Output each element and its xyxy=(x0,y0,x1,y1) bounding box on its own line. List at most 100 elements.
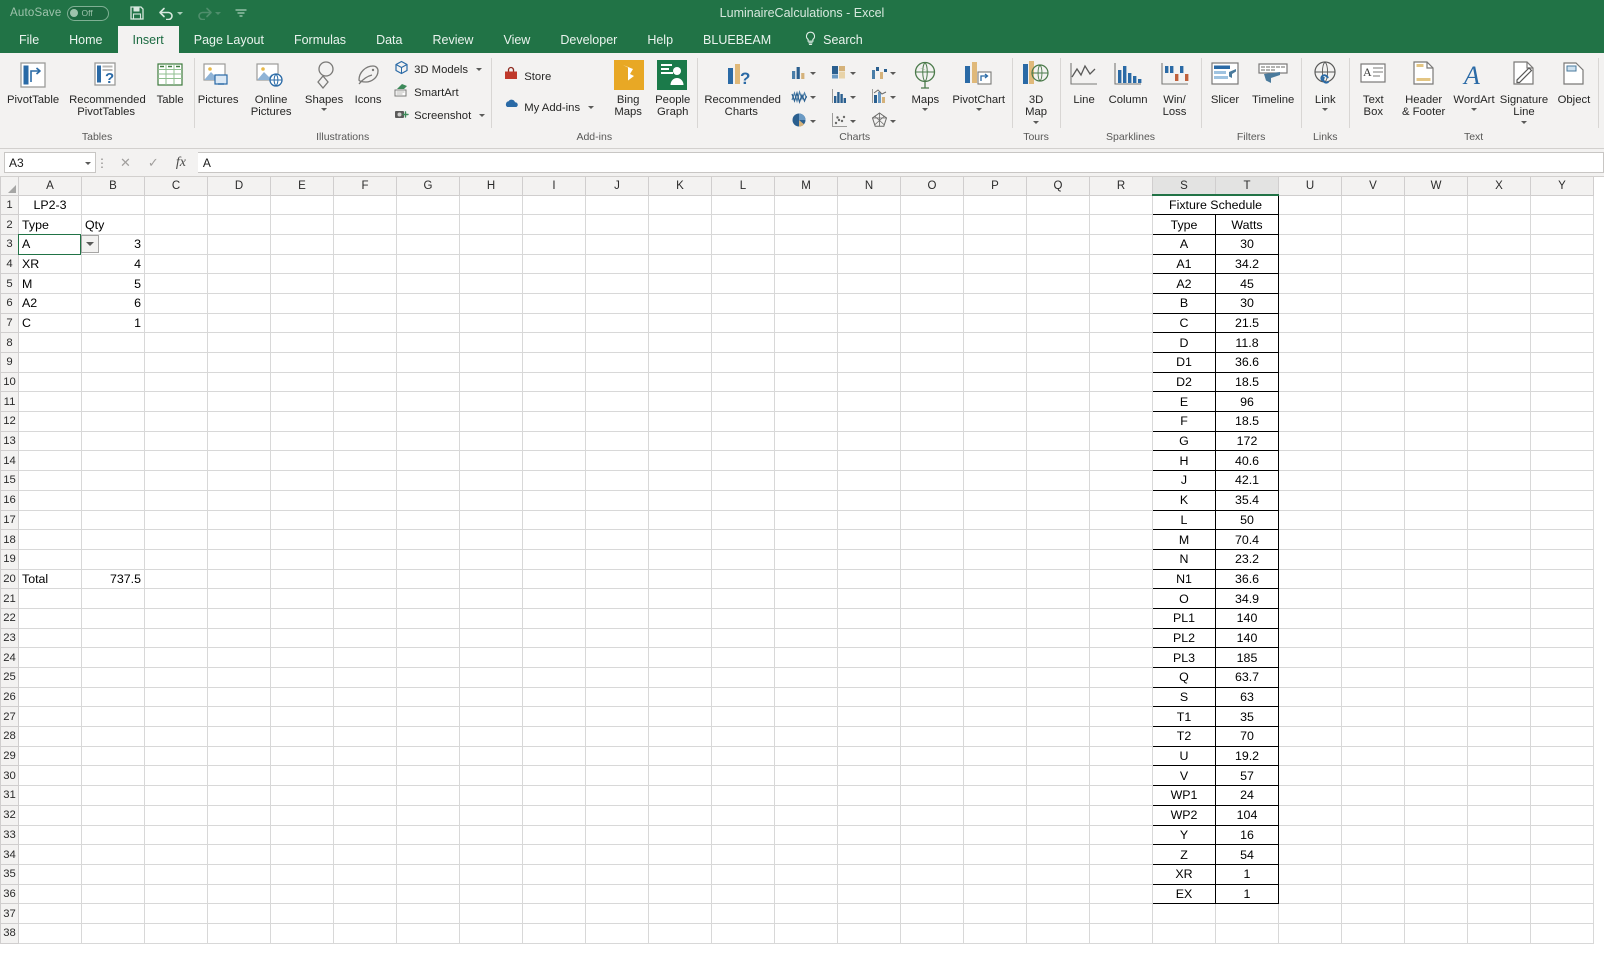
fixture-schedule-cell-S28[interactable]: T2 xyxy=(1152,726,1216,747)
fixture-schedule-cell-S36[interactable]: EX xyxy=(1152,884,1216,905)
cell-W32[interactable] xyxy=(1404,805,1468,826)
cell-W34[interactable] xyxy=(1404,844,1468,865)
cell-T37[interactable] xyxy=(1215,903,1279,924)
cell-R20[interactable] xyxy=(1089,569,1153,590)
cell-U37[interactable] xyxy=(1278,903,1342,924)
fixture-schedule-cell-S13[interactable]: G xyxy=(1152,431,1216,452)
cell-Q9[interactable] xyxy=(1026,352,1090,373)
cell-F37[interactable] xyxy=(333,903,397,924)
cancel-icon[interactable]: ✕ xyxy=(120,155,131,171)
cell-O14[interactable] xyxy=(900,450,964,472)
cell-V29[interactable] xyxy=(1341,746,1405,767)
cell-I6[interactable] xyxy=(522,293,586,314)
cell-B11[interactable] xyxy=(81,391,145,413)
cell-R31[interactable] xyxy=(1089,785,1153,806)
cell-P1[interactable] xyxy=(963,195,1027,216)
cell-R30[interactable] xyxy=(1089,765,1153,787)
cell-Q33[interactable] xyxy=(1026,825,1090,846)
pivottable-button[interactable]: PivotTable xyxy=(2,56,64,106)
cell-X34[interactable] xyxy=(1467,844,1531,865)
fixture-schedule-cell-S11[interactable]: E xyxy=(1152,391,1216,413)
cell-W15[interactable] xyxy=(1404,470,1468,491)
cell-O28[interactable] xyxy=(900,726,964,747)
data-validation-dropdown-arrow[interactable] xyxy=(81,234,99,253)
link-button[interactable]: Link xyxy=(1303,56,1347,112)
cell-P16[interactable] xyxy=(963,490,1027,511)
column-chart-caret[interactable] xyxy=(809,71,816,75)
cell-E18[interactable] xyxy=(270,529,334,550)
customize-qat-icon[interactable] xyxy=(234,7,248,19)
cell-L30[interactable] xyxy=(711,765,775,787)
cell-W6[interactable] xyxy=(1404,293,1468,314)
cell-H5[interactable] xyxy=(459,273,523,294)
formula-input[interactable]: A xyxy=(197,152,1604,173)
cell-K8[interactable] xyxy=(648,332,712,353)
cell-D38[interactable] xyxy=(207,923,271,944)
cell-H30[interactable] xyxy=(459,765,523,787)
cell-O2[interactable] xyxy=(900,214,964,235)
cell-Y38[interactable] xyxy=(1530,923,1594,944)
cell-F17[interactable] xyxy=(333,510,397,531)
cell-C32[interactable] xyxy=(144,805,208,826)
cell-M28[interactable] xyxy=(774,726,838,747)
cell-I21[interactable] xyxy=(522,588,586,609)
cell-V13[interactable] xyxy=(1341,431,1405,452)
cell-R38[interactable] xyxy=(1089,923,1153,944)
column-header-g[interactable]: G xyxy=(396,177,460,196)
cell-R3[interactable] xyxy=(1089,234,1153,255)
cell-X23[interactable] xyxy=(1467,628,1531,649)
cell-P37[interactable] xyxy=(963,903,1027,924)
pivotchart-dropdown-caret[interactable] xyxy=(975,108,982,112)
fixture-schedule-cell-S30[interactable]: V xyxy=(1152,765,1216,787)
cell-K4[interactable] xyxy=(648,254,712,275)
cell-I28[interactable] xyxy=(522,726,586,747)
row-header-33[interactable]: 33 xyxy=(0,824,19,846)
cell-V2[interactable] xyxy=(1341,214,1405,235)
cell-C26[interactable] xyxy=(144,687,208,708)
fixture-schedule-cell-T32[interactable]: 104 xyxy=(1215,805,1279,826)
cell-U28[interactable] xyxy=(1278,726,1342,747)
cell-Y22[interactable] xyxy=(1530,608,1594,629)
cell-A23[interactable] xyxy=(18,628,82,649)
column-header-e[interactable]: E xyxy=(270,177,334,196)
cell-R26[interactable] xyxy=(1089,687,1153,708)
cell-W18[interactable] xyxy=(1404,529,1468,550)
cell-F28[interactable] xyxy=(333,726,397,747)
cell-W24[interactable] xyxy=(1404,647,1468,668)
cell-R7[interactable] xyxy=(1089,313,1153,334)
cell-I22[interactable] xyxy=(522,608,586,629)
cell-C30[interactable] xyxy=(144,765,208,787)
cell-V14[interactable] xyxy=(1341,450,1405,472)
cell-I12[interactable] xyxy=(522,411,586,432)
cell-Q4[interactable] xyxy=(1026,254,1090,275)
cell-Q34[interactable] xyxy=(1026,844,1090,865)
cell-B18[interactable] xyxy=(81,529,145,550)
cell-V16[interactable] xyxy=(1341,490,1405,511)
cell-U6[interactable] xyxy=(1278,293,1342,314)
cell-X33[interactable] xyxy=(1467,825,1531,846)
cell-Y1[interactable] xyxy=(1530,195,1594,216)
column-header-i[interactable]: I xyxy=(522,177,586,196)
cell-W4[interactable] xyxy=(1404,254,1468,275)
cell-J23[interactable] xyxy=(585,628,649,649)
cell-W30[interactable] xyxy=(1404,765,1468,787)
cell-I29[interactable] xyxy=(522,746,586,767)
cell-J7[interactable] xyxy=(585,313,649,334)
cell-Y18[interactable] xyxy=(1530,529,1594,550)
cell-H18[interactable] xyxy=(459,529,523,550)
cell-Q20[interactable] xyxy=(1026,569,1090,590)
cell-E36[interactable] xyxy=(270,884,334,905)
fixture-schedule-cell-T14[interactable]: 40.6 xyxy=(1215,450,1279,472)
cell-Q10[interactable] xyxy=(1026,372,1090,393)
cell-N11[interactable] xyxy=(837,391,901,413)
cell-J1[interactable] xyxy=(585,195,649,216)
cell-L37[interactable] xyxy=(711,903,775,924)
cell-V10[interactable] xyxy=(1341,372,1405,393)
fixture-schedule-cell-T33[interactable]: 16 xyxy=(1215,825,1279,846)
cell-L22[interactable] xyxy=(711,608,775,629)
cell-C17[interactable] xyxy=(144,510,208,531)
tab-data[interactable]: Data xyxy=(361,26,417,53)
cell-U26[interactable] xyxy=(1278,687,1342,708)
cell-F38[interactable] xyxy=(333,923,397,944)
cell-V28[interactable] xyxy=(1341,726,1405,747)
